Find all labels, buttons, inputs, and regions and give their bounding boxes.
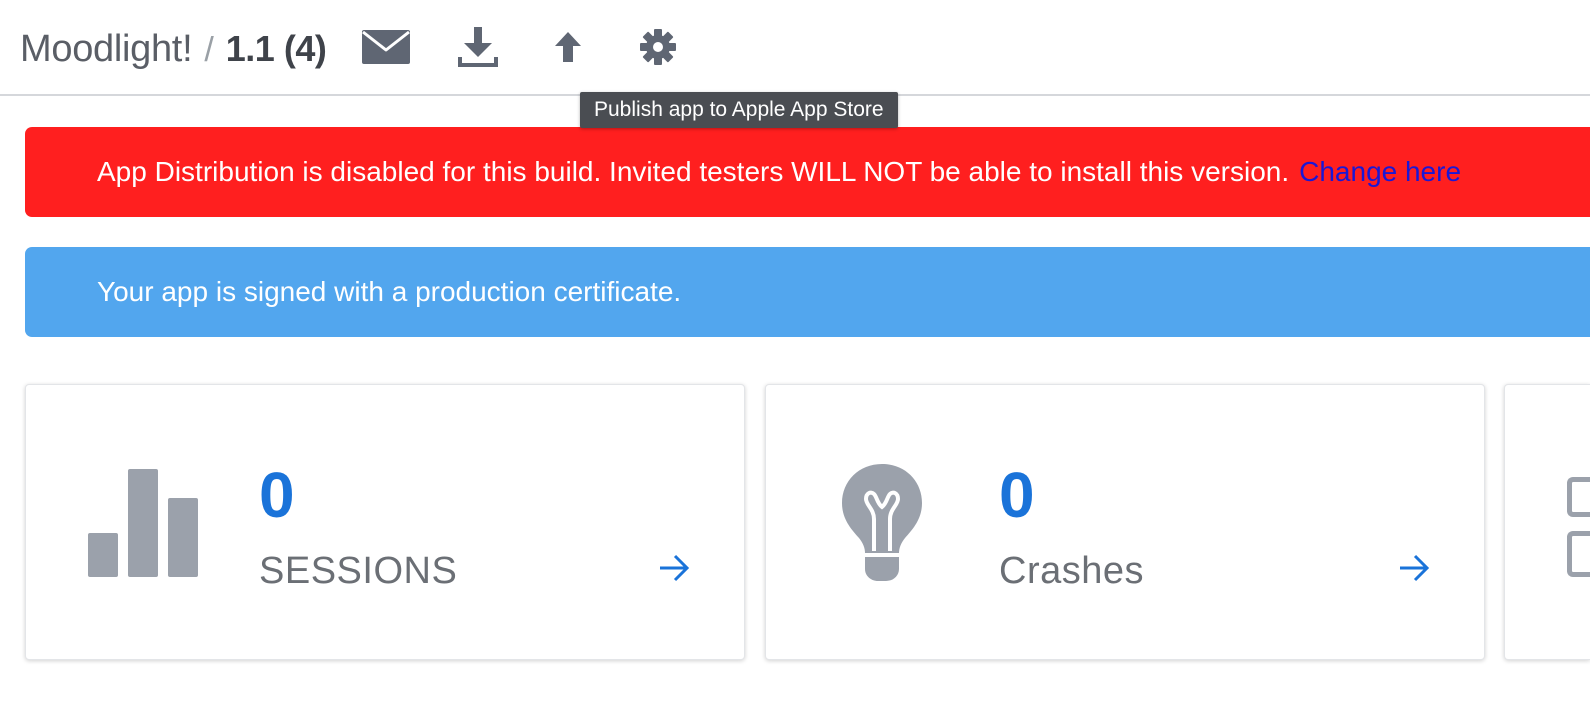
- top-bar: Moodlight! / 1.1 (4): [0, 0, 1590, 96]
- partial-card[interactable]: [1504, 384, 1590, 660]
- build-version: 1.1 (4): [225, 28, 327, 69]
- lightbulb-icon: [842, 464, 922, 581]
- bar-chart-icon: [88, 469, 198, 577]
- download-button[interactable]: [455, 22, 501, 72]
- partial-card-icon: [1567, 477, 1590, 517]
- mail-icon: [362, 30, 410, 64]
- breadcrumb: Moodlight! / 1.1 (4): [20, 28, 327, 76]
- mail-button[interactable]: [360, 22, 412, 72]
- arrow-right-icon[interactable]: [658, 553, 690, 583]
- publish-button[interactable]: [550, 22, 586, 72]
- distribution-disabled-alert: App Distribution is disabled for this bu…: [25, 127, 1590, 217]
- crashes-count: 0: [999, 459, 1035, 531]
- distribution-alert-text: App Distribution is disabled for this bu…: [97, 156, 1290, 187]
- page: Moodlight! / 1.1 (4) App Distribution is…: [0, 0, 1590, 701]
- change-here-link[interactable]: Change here: [1299, 156, 1461, 188]
- crashes-label: Crashes: [999, 550, 1144, 592]
- certificate-info-text: Your app is signed with a production cer…: [97, 276, 682, 307]
- settings-button[interactable]: [637, 22, 679, 72]
- partial-card-icon-lower: [1567, 531, 1590, 577]
- download-icon: [458, 27, 498, 67]
- app-name[interactable]: Moodlight!: [20, 28, 193, 71]
- sessions-label: SESSIONS: [259, 550, 458, 592]
- upload-icon: [555, 32, 581, 62]
- crashes-card[interactable]: 0 Crashes: [765, 384, 1485, 660]
- sessions-count: 0: [259, 459, 295, 531]
- breadcrumb-separator: /: [204, 31, 214, 69]
- publish-tooltip: Publish app to Apple App Store: [580, 92, 898, 128]
- gear-icon: [640, 29, 676, 65]
- certificate-info-banner: Your app is signed with a production cer…: [25, 247, 1590, 337]
- arrow-right-icon[interactable]: [1398, 553, 1430, 583]
- sessions-card[interactable]: 0 SESSIONS: [25, 384, 745, 660]
